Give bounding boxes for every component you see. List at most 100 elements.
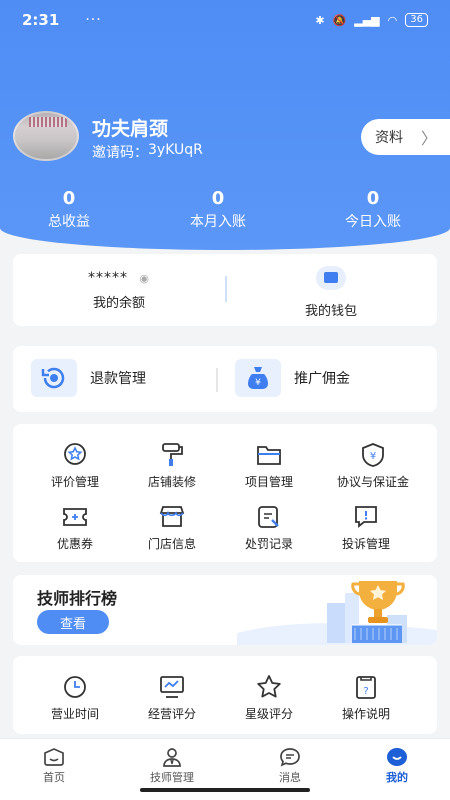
grid-item-business-hours[interactable]: 营业时间 [27, 674, 123, 722]
wallet-label: 我的钱包 [304, 304, 357, 319]
my-balance[interactable]: ***** ◉ 我的余额 [13, 270, 225, 311]
tab-mine[interactable]: 我的 [357, 747, 437, 785]
profile-button-label: 资料 [375, 130, 403, 146]
status-dots: ··· [85, 12, 102, 28]
battery-icon: 36 [405, 13, 428, 27]
invite-value: 3yKUqR [148, 142, 203, 158]
coupon-icon [63, 508, 87, 526]
grid-item-rating[interactable]: 评价管理 [27, 442, 123, 490]
help-doc-icon: ? [356, 676, 376, 699]
star-icon [257, 675, 281, 698]
wallet-icon [316, 266, 346, 290]
commission-label: 推广佣金 [294, 371, 350, 387]
view-ranking-button[interactable]: 查看 [37, 610, 109, 634]
chevron-right-icon: 〉 [421, 129, 438, 148]
promotion-commission[interactable]: ¥ 推广佣金 [235, 359, 350, 397]
grid-label: 门店信息 [147, 537, 196, 551]
status-time: 2:31 [22, 11, 60, 29]
home-icon [44, 748, 64, 766]
profile-button[interactable]: 资料 〉 [361, 119, 450, 155]
status-icons: ✱ 🔕 ▂▄▆ ◠ 36 [315, 13, 428, 27]
bluetooth-icon: ✱ [315, 13, 325, 27]
invite-code: 邀请码： 3yKUqR [92, 142, 203, 162]
grid-item-instructions[interactable]: ? 操作说明 [318, 674, 414, 722]
bottom-feature-grid: 营业时间 经营评分 星级评分 ? 操作说明 [13, 656, 437, 734]
grid-item-complaint[interactable]: 投诉管理 [318, 504, 414, 552]
tab-messages[interactable]: 消息 [250, 747, 330, 785]
stat-label: 今日入账 [345, 214, 401, 230]
paint-roller-icon [162, 443, 183, 466]
svg-text:¥: ¥ [370, 451, 376, 462]
invite-label: 邀请码： [92, 145, 148, 161]
grid-item-business-score[interactable]: 经营评分 [124, 674, 220, 722]
grid-label: 操作说明 [341, 707, 390, 721]
wifi-icon: ◠ [387, 13, 398, 27]
user-name: 功夫肩颈 [92, 118, 169, 140]
tab-technicians[interactable]: 技师管理 [132, 747, 212, 785]
stat-value: 0 [366, 188, 380, 209]
balance-card: ***** ◉ 我的余额 我的钱包 [13, 254, 437, 326]
rating-icon [64, 443, 86, 465]
ranking-title: 技师排行榜 [37, 589, 118, 608]
tab-label: 首页 [43, 771, 65, 784]
svg-text:¥: ¥ [255, 378, 261, 388]
trophy-illustration [237, 575, 437, 645]
tab-label: 我的 [386, 771, 408, 784]
stat-value: 0 [211, 188, 225, 209]
my-wallet[interactable]: 我的钱包 [225, 266, 437, 319]
feature-grid: 评价管理 店铺装修 项目管理 ¥ 协议与保证金 优惠券 门店信息 处罚记录 投诉… [13, 424, 437, 562]
grid-label: 星级评分 [244, 707, 293, 721]
balance-masked: ***** [87, 270, 128, 286]
grid-label: 处罚记录 [244, 537, 293, 551]
stat-label: 总收益 [48, 214, 90, 230]
divider [216, 368, 218, 392]
mute-icon: 🔕 [332, 13, 347, 27]
grid-item-coupon[interactable]: 优惠券 [27, 504, 123, 552]
grid-label: 协议与保证金 [336, 475, 409, 489]
grid-label: 优惠券 [56, 537, 93, 551]
tab-home[interactable]: 首页 [14, 747, 94, 785]
mine-icon [387, 748, 407, 766]
stat-today-income[interactable]: 0 今日入账 [318, 188, 428, 231]
money-bag-icon: ¥ [235, 359, 281, 397]
status-bar: 2:31 ··· ✱ 🔕 ▂▄▆ ◠ 36 [0, 0, 450, 40]
shield-yen-icon: ¥ [362, 443, 384, 467]
grid-item-projects[interactable]: 项目管理 [221, 442, 317, 490]
grid-item-shop-decor[interactable]: 店铺装修 [124, 442, 220, 490]
monitor-chart-icon [160, 676, 184, 698]
penalty-icon [258, 506, 279, 528]
grid-item-store-info[interactable]: 门店信息 [124, 504, 220, 552]
signal-icon: ▂▄▆ [354, 13, 380, 27]
avatar[interactable] [13, 111, 79, 161]
stat-total-income[interactable]: 0 总收益 [14, 188, 124, 231]
technician-ranking-card[interactable]: 技师排行榜 查看 [13, 575, 437, 645]
home-indicator [140, 788, 310, 792]
grid-label: 店铺装修 [147, 475, 196, 489]
tab-label: 消息 [279, 771, 301, 784]
technician-icon [163, 748, 181, 767]
stat-value: 0 [62, 188, 76, 209]
balance-label: 我的余额 [92, 296, 145, 311]
refund-management[interactable]: 退款管理 [31, 359, 146, 397]
refund-icon [31, 359, 77, 397]
complaint-icon [355, 506, 377, 528]
grid-label: 投诉管理 [341, 537, 390, 551]
refund-label: 退款管理 [90, 371, 146, 387]
tab-label: 技师管理 [150, 771, 194, 784]
clock-icon [64, 676, 86, 698]
svg-text:?: ? [363, 686, 368, 697]
grid-item-star-rating[interactable]: 星级评分 [221, 674, 317, 722]
quick-actions-card: 退款管理 ¥ 推广佣金 [13, 346, 437, 412]
grid-label: 评价管理 [50, 475, 99, 489]
message-icon [280, 748, 300, 767]
grid-label: 营业时间 [50, 707, 99, 721]
grid-item-penalty[interactable]: 处罚记录 [221, 504, 317, 552]
eye-icon[interactable]: ◉ [139, 272, 150, 285]
stat-month-income[interactable]: 0 本月入账 [163, 188, 273, 231]
grid-label: 经营评分 [147, 707, 196, 721]
stat-label: 本月入账 [190, 214, 246, 230]
grid-item-agreement[interactable]: ¥ 协议与保证金 [318, 442, 428, 490]
store-icon [159, 506, 185, 527]
grid-label: 项目管理 [244, 475, 293, 489]
folder-icon [257, 446, 281, 465]
